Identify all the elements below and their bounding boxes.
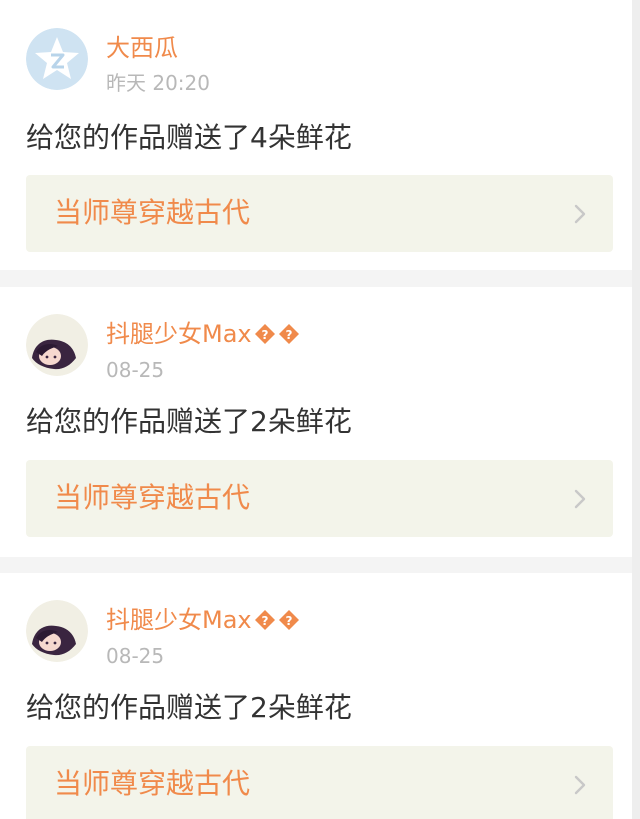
username[interactable]: 大西瓜 <box>106 33 178 63</box>
notification-card: 抖腿少女Max ? ? 08-25 给您的作品赠送了2朵鲜花 当师尊穿越古代 <box>0 573 632 819</box>
svg-text:?: ? <box>285 328 292 342</box>
svg-text:?: ? <box>261 614 268 628</box>
work-link-button[interactable]: 当师尊穿越古代 <box>26 460 613 537</box>
username-text: 大西瓜 <box>106 34 178 62</box>
timestamp: 08-25 <box>106 644 165 668</box>
username-text: 抖腿少女Max <box>106 320 252 348</box>
timestamp: 08-25 <box>106 358 165 382</box>
unknown-char-icon: ? <box>278 610 299 630</box>
notification-card: 大西瓜 昨天 20:20 给您的作品赠送了4朵鲜花 当师尊穿越古代 <box>0 0 632 270</box>
notification-card: 抖腿少女Max ? ? 08-25 给您的作品赠送了2朵鲜花 当师尊穿越古代 <box>0 287 632 557</box>
username[interactable]: 抖腿少女Max ? ? <box>106 605 300 635</box>
gift-message: 给您的作品赠送了4朵鲜花 <box>26 121 352 154</box>
girl-avatar-icon[interactable] <box>26 314 88 376</box>
username-text: 抖腿少女Max <box>106 606 252 634</box>
default-star-avatar-icon[interactable] <box>26 28 88 90</box>
svg-text:?: ? <box>261 328 268 342</box>
work-title: 当师尊穿越古代 <box>54 196 251 229</box>
gift-message: 给您的作品赠送了2朵鲜花 <box>26 405 352 438</box>
notification-feed: 大西瓜 昨天 20:20 给您的作品赠送了4朵鲜花 当师尊穿越古代 抖腿少女Ma… <box>0 0 640 819</box>
chevron-right-icon <box>574 775 586 795</box>
work-title: 当师尊穿越古代 <box>54 481 251 514</box>
chevron-right-icon <box>574 489 586 509</box>
unknown-char-icon: ? <box>278 324 299 344</box>
work-title: 当师尊穿越古代 <box>54 767 251 800</box>
work-link-button[interactable]: 当师尊穿越古代 <box>26 175 613 252</box>
username[interactable]: 抖腿少女Max ? ? <box>106 319 300 349</box>
gift-message: 给您的作品赠送了2朵鲜花 <box>26 691 352 724</box>
unknown-char-icon: ? <box>254 324 275 344</box>
chevron-right-icon <box>574 204 586 224</box>
unknown-char-icon: ? <box>254 610 275 630</box>
work-link-button[interactable]: 当师尊穿越古代 <box>26 746 613 819</box>
svg-text:?: ? <box>285 614 292 628</box>
girl-avatar-icon[interactable] <box>26 600 88 662</box>
timestamp: 昨天 20:20 <box>106 71 210 95</box>
scroll-edge <box>632 0 640 819</box>
